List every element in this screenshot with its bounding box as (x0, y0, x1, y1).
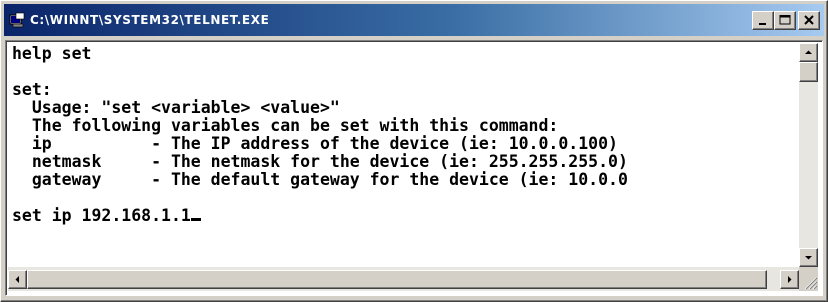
scroll-right-button[interactable] (780, 270, 799, 289)
minimize-button[interactable] (752, 11, 774, 30)
window-title: C:\WINNT\SYSTEM32\TELNET.EXE (30, 13, 270, 27)
arrow-left-icon (15, 276, 19, 283)
console-line: gateway - The default gateway for the de… (12, 170, 628, 189)
title-bar[interactable]: C:\WINNT\SYSTEM32\TELNET.EXE (4, 4, 824, 36)
telnet-window: C:\WINNT\SYSTEM32\TELNET.EXE help set se… (0, 0, 828, 302)
arrow-down-icon (805, 256, 812, 260)
scroll-left-button[interactable] (8, 270, 27, 289)
horizontal-scrollbar[interactable] (8, 267, 799, 291)
console-output[interactable]: help set set: Usage: "set <variable> <va… (8, 43, 799, 267)
console-line: netmask - The netmask for the device (ie… (12, 152, 628, 171)
vertical-scrollbar[interactable] (799, 43, 818, 267)
horizontal-scroll-thumb[interactable] (27, 270, 767, 289)
command-input-line[interactable]: set ip 192.168.1.1 (12, 206, 191, 225)
scroll-up-button[interactable] (799, 43, 818, 62)
console-frame: help set set: Usage: "set <variable> <va… (5, 40, 823, 296)
arrow-right-icon (788, 276, 792, 283)
console-line: ip - The IP address of the device (ie: 1… (12, 134, 618, 153)
resize-grip[interactable] (799, 267, 818, 291)
console-app-icon (9, 12, 25, 28)
console-line: Usage: "set <variable> <value>" (12, 98, 340, 117)
console-line: The following variables can be set with … (12, 116, 559, 135)
arrow-up-icon (805, 50, 812, 54)
console-line: help set (12, 44, 92, 63)
close-icon (804, 15, 814, 25)
maximize-icon (779, 15, 791, 25)
vertical-scroll-thumb[interactable] (799, 62, 818, 82)
text-cursor (190, 218, 201, 221)
minimize-icon (759, 23, 766, 25)
maximize-button[interactable] (774, 11, 796, 30)
close-button[interactable] (798, 11, 820, 30)
console-line: set: (12, 80, 52, 99)
scroll-down-button[interactable] (799, 248, 818, 267)
console-text: help set set: Usage: "set <variable> <va… (8, 43, 799, 225)
resize-grip-icon (804, 277, 818, 290)
